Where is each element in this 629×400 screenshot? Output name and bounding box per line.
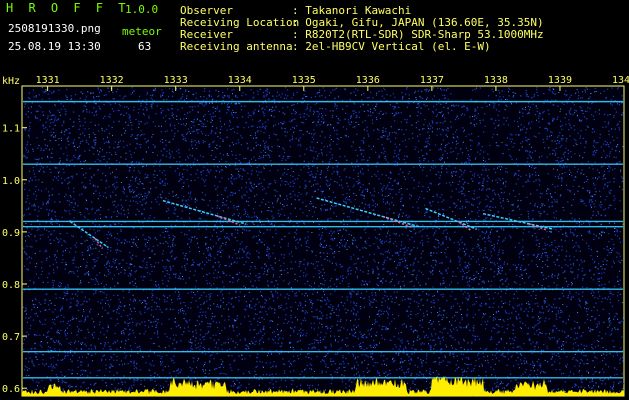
x-tick-label: 1336 [356,75,380,86]
x-tick-label: 1335 [292,75,316,86]
y-tick-label: 1.1 [2,124,20,135]
x-tick-label: 1331 [36,75,60,86]
y-tick-label: 0.6 [2,384,20,395]
x-tick-label: 1340 [612,75,629,86]
y-tick-label: 0.9 [2,228,20,239]
x-tick-label: 1333 [164,75,188,86]
y-tick-label: 1.0 [2,176,20,187]
y-tick-label: 0.8 [2,280,20,291]
x-tick-label: 1334 [228,75,252,86]
y-tick-label: 0.7 [2,332,20,343]
x-tick-label: 1339 [548,75,572,86]
spectrogram: 1331 1332 1333 1334 1335 1336 1337 1338 1339 1340… [2,75,629,397]
x-tick-label: 1337 [420,75,444,86]
plot-frame [21,85,625,397]
x-tick-label: 1332 [100,75,124,86]
x-tick-label: 1338 [484,75,508,86]
